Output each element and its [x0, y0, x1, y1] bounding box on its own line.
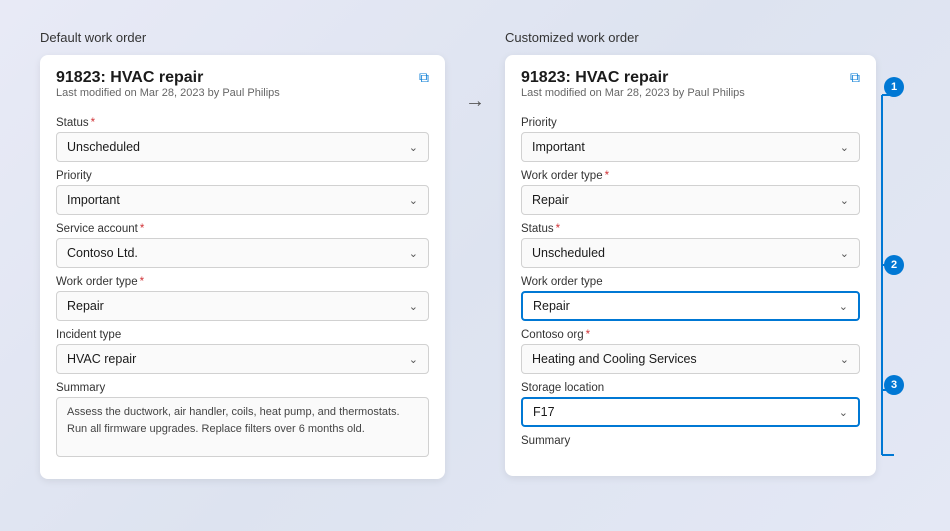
default-field-work-order-type: Work order type * Repair ⌄ [56, 276, 429, 321]
customized-field-contoso-org: Contoso org * Heating and Cooling Servic… [521, 329, 860, 374]
customized-link-icon[interactable]: ⧉ [850, 69, 860, 86]
default-select-work-order-type[interactable]: Repair ⌄ [56, 291, 429, 321]
chevron-icon: ⌄ [839, 406, 848, 419]
chevron-icon: ⌄ [409, 194, 418, 207]
customized-card-header: 91823: HVAC repair Last modified on Mar … [521, 69, 860, 111]
main-container: Default work order 91823: HVAC repair La… [40, 30, 910, 479]
customized-label-status: Status * [521, 223, 860, 235]
customized-label-work-order-type-2: Work order type [521, 276, 860, 288]
default-select-priority[interactable]: Important ⌄ [56, 185, 429, 215]
chevron-icon: ⌄ [409, 300, 418, 313]
customized-field-priority: Priority Important ⌄ [521, 117, 860, 162]
customized-field-status: Status * Unscheduled ⌄ [521, 223, 860, 268]
chevron-icon: ⌄ [840, 247, 849, 260]
chevron-icon: ⌄ [409, 247, 418, 260]
customized-label-summary: Summary [521, 435, 860, 447]
chevron-icon: ⌄ [840, 194, 849, 207]
default-card-header: 91823: HVAC repair Last modified on Mar … [56, 69, 429, 111]
chevron-icon: ⌄ [409, 141, 418, 154]
default-select-incident-type[interactable]: HVAC repair ⌄ [56, 344, 429, 374]
default-column: Default work order 91823: HVAC repair La… [40, 30, 445, 479]
chevron-icon: ⌄ [840, 141, 849, 154]
default-column-title: Default work order [40, 30, 445, 45]
default-field-service-account: Service account * Contoso Ltd. ⌄ [56, 223, 429, 268]
badge-3: 3 [884, 375, 904, 395]
default-label-priority: Priority [56, 170, 429, 182]
customized-select-priority[interactable]: Important ⌄ [521, 132, 860, 162]
customized-field-work-order-type-2: Work order type Repair ⌄ [521, 276, 860, 321]
customized-select-storage-location[interactable]: F17 ⌄ [521, 397, 860, 427]
default-link-icon[interactable]: ⧉ [419, 69, 429, 86]
customized-card-subtitle: Last modified on Mar 28, 2023 by Paul Ph… [521, 87, 745, 99]
default-label-status: Status * [56, 117, 429, 129]
customized-label-storage-location: Storage location [521, 382, 860, 394]
customized-select-status[interactable]: Unscheduled ⌄ [521, 238, 860, 268]
customized-label-priority: Priority [521, 117, 860, 129]
default-select-status[interactable]: Unscheduled ⌄ [56, 132, 429, 162]
customized-select-contoso-org[interactable]: Heating and Cooling Services ⌄ [521, 344, 860, 374]
default-card-title: 91823: HVAC repair [56, 69, 280, 87]
default-select-service-account[interactable]: Contoso Ltd. ⌄ [56, 238, 429, 268]
bracket-svg [878, 85, 910, 515]
default-label-service-account: Service account * [56, 223, 429, 235]
customized-select-work-order-type[interactable]: Repair ⌄ [521, 185, 860, 215]
default-label-work-order-type: Work order type * [56, 276, 429, 288]
default-field-incident-type: Incident type HVAC repair ⌄ [56, 329, 429, 374]
badge-2: 2 [884, 255, 904, 275]
default-field-summary: Summary Assess the ductwork, air handler… [56, 382, 429, 457]
chevron-icon: ⌄ [409, 353, 418, 366]
default-label-summary: Summary [56, 382, 429, 394]
default-label-incident-type: Incident type [56, 329, 429, 341]
customized-field-summary: Summary [521, 435, 860, 454]
customized-label-contoso-org: Contoso org * [521, 329, 860, 341]
arrow-divider: → [445, 30, 505, 113]
customized-field-storage-location: Storage location F17 ⌄ [521, 382, 860, 427]
default-textarea-summary[interactable]: Assess the ductwork, air handler, coils,… [56, 397, 429, 457]
default-card-subtitle: Last modified on Mar 28, 2023 by Paul Ph… [56, 87, 280, 99]
default-card: 91823: HVAC repair Last modified on Mar … [40, 55, 445, 479]
customized-card: 91823: HVAC repair Last modified on Mar … [505, 55, 876, 476]
default-field-status: Status * Unscheduled ⌄ [56, 117, 429, 162]
customized-field-work-order-type: Work order type * Repair ⌄ [521, 170, 860, 215]
arrow-icon: → [465, 90, 485, 113]
customized-label-work-order-type: Work order type * [521, 170, 860, 182]
customized-select-work-order-type-2[interactable]: Repair ⌄ [521, 291, 860, 321]
customized-card-title: 91823: HVAC repair [521, 69, 745, 87]
badge-1: 1 [884, 77, 904, 97]
chevron-icon: ⌄ [839, 300, 848, 313]
customized-column-title: Customized work order [505, 30, 910, 45]
default-field-priority: Priority Important ⌄ [56, 170, 429, 215]
chevron-icon: ⌄ [840, 353, 849, 366]
customized-column: Customized work order 91823: HVAC repair… [505, 30, 910, 476]
